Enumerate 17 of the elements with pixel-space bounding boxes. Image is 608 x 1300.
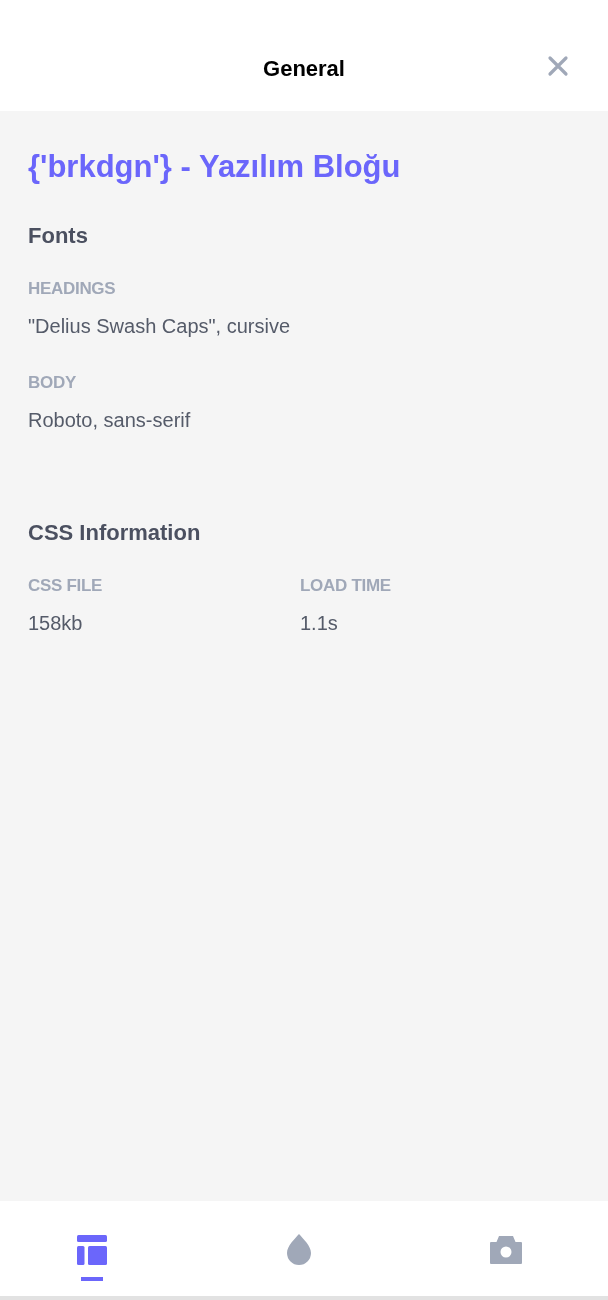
field-value: Roboto, sans-serif <box>28 408 191 433</box>
close-icon <box>547 55 569 77</box>
section-heading: Fonts <box>28 222 88 250</box>
camera-icon <box>490 1235 522 1264</box>
field-value: 1.1s <box>300 611 338 636</box>
field-label: BODY <box>28 372 76 394</box>
field-value: "Delius Swash Caps", cursive <box>28 314 291 339</box>
field-value: 158kb <box>28 611 83 636</box>
field-label: HEADINGS <box>28 278 116 300</box>
field-label: LOAD TIME <box>300 575 391 597</box>
site-title: {'brkdgn'} - Yazılım Bloğu <box>28 148 401 186</box>
drop-icon <box>287 1234 311 1265</box>
header-title: General <box>263 55 345 83</box>
active-indicator <box>81 1277 103 1281</box>
field-label: CSS FILE <box>28 575 103 597</box>
section-heading: CSS Information <box>28 519 201 547</box>
layout-icon <box>77 1234 107 1265</box>
